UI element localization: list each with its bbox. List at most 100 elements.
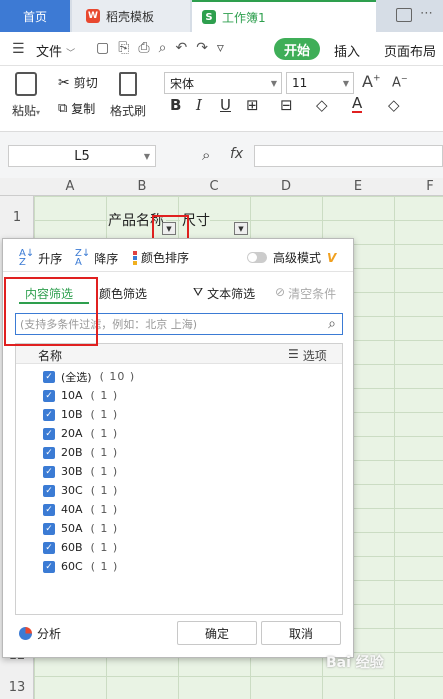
row-header-13[interactable]: 13 bbox=[0, 680, 34, 695]
sort-descending-button[interactable]: Z↓ A 降序 bbox=[75, 249, 118, 268]
list-item[interactable]: ✓ 60B ( 1 ) bbox=[43, 538, 118, 557]
cancel-button[interactable]: 取消 bbox=[261, 621, 341, 645]
checkbox-checked-icon[interactable]: ✓ bbox=[43, 503, 55, 516]
sort-color-button[interactable]: 颜色排序 bbox=[133, 249, 189, 266]
font-color-icon[interactable]: A bbox=[352, 96, 363, 113]
item-label: 10B bbox=[61, 408, 83, 421]
checkbox-checked-icon[interactable]: ✓ bbox=[43, 522, 55, 535]
copy-label: 复制 bbox=[71, 102, 96, 116]
menu-start[interactable]: 开始 bbox=[274, 38, 320, 60]
vip-icon: V bbox=[327, 250, 337, 265]
column-header-e[interactable]: E bbox=[322, 178, 394, 196]
eraser-icon[interactable]: ◇ bbox=[388, 96, 400, 114]
fill-color-icon[interactable]: ◇ bbox=[316, 96, 328, 114]
search-icon[interactable]: ⌕ bbox=[328, 316, 336, 332]
font-shrink-icon[interactable]: A− bbox=[392, 74, 408, 90]
list-item[interactable]: ✓ 30B ( 1 ) bbox=[43, 462, 118, 481]
item-label: 30C bbox=[61, 484, 83, 497]
column-header-b[interactable]: B bbox=[106, 178, 178, 196]
format-painter-button[interactable]: 格式刷 bbox=[110, 72, 146, 119]
cancel-label: 取消 bbox=[288, 626, 313, 641]
item-count: ( 1 ) bbox=[90, 408, 119, 421]
fx-icon[interactable]: fx bbox=[230, 146, 243, 162]
menu-layout[interactable]: 页面布局 bbox=[384, 41, 436, 60]
underline-icon[interactable]: U bbox=[220, 96, 231, 114]
checkbox-checked-icon[interactable]: ✓ bbox=[43, 465, 55, 478]
copy-button[interactable]: ⧉ 复制 bbox=[58, 100, 95, 117]
column-header-a[interactable]: A bbox=[34, 178, 106, 196]
list-item[interactable]: ✓ 10B ( 1 ) bbox=[43, 405, 118, 424]
tab-workbook[interactable]: S 工作簿1 bbox=[192, 0, 376, 32]
tab-template[interactable]: W 稻壳模板 bbox=[72, 0, 190, 32]
list-item[interactable]: ✓ 30C ( 1 ) bbox=[43, 481, 118, 500]
menu-layout-label: 页面布局 bbox=[384, 45, 437, 60]
item-label: 60B bbox=[61, 541, 83, 554]
italic-icon[interactable]: I bbox=[196, 96, 202, 114]
list-item[interactable]: ✓ 20A ( 1 ) bbox=[43, 424, 118, 443]
menu-start-label: 开始 bbox=[283, 43, 310, 59]
options-label: 选项 bbox=[302, 349, 327, 363]
cut-button[interactable]: ✂ 剪切 bbox=[58, 74, 98, 91]
tab-template-label: 稻壳模板 bbox=[106, 9, 155, 24]
checkbox-checked-icon[interactable]: ✓ bbox=[43, 427, 55, 440]
ok-label: 确定 bbox=[204, 626, 229, 641]
tab-bar: 首页 W 稻壳模板 S 工作簿1 ⋯ bbox=[0, 0, 443, 32]
checkbox-checked-icon[interactable]: ✓ bbox=[43, 446, 55, 459]
item-count: ( 10 ) bbox=[99, 370, 136, 383]
text-filter-button[interactable]: ⛛ 文本筛选 bbox=[193, 285, 255, 302]
menu-insert[interactable]: 插入 bbox=[334, 41, 360, 60]
row-header-1[interactable]: 1 bbox=[0, 210, 34, 225]
quick-access-icons[interactable]: ▢⎘⎙⌕↶↷▿ bbox=[96, 40, 233, 56]
checkbox-checked-icon[interactable]: ✓ bbox=[43, 370, 55, 383]
item-label: 60C bbox=[61, 560, 83, 573]
menu-file-label: 文件 bbox=[36, 45, 63, 60]
watermark-text: Bai 经验 bbox=[326, 655, 384, 671]
paste-button[interactable]: 粘贴▾ bbox=[12, 72, 40, 119]
font-size-select[interactable]: 11 ▼ bbox=[286, 72, 354, 94]
list-item[interactable]: ✓ 10A ( 1 ) bbox=[43, 386, 118, 405]
chevron-down-icon: ﹀ bbox=[66, 49, 76, 59]
ok-button[interactable]: 确定 bbox=[177, 621, 257, 645]
bold-icon[interactable]: B bbox=[170, 96, 181, 114]
border-icon[interactable]: ⊞ bbox=[246, 96, 259, 114]
analyze-button[interactable]: 分析 bbox=[19, 625, 61, 642]
more-icon[interactable]: ⋯ bbox=[420, 6, 433, 21]
column-header-f[interactable]: F bbox=[394, 178, 443, 196]
item-label: 30B bbox=[61, 465, 83, 478]
column-label: E bbox=[353, 179, 363, 194]
tab-home[interactable]: 首页 bbox=[0, 0, 70, 32]
filter-dropdown-c1[interactable]: ▼ bbox=[234, 222, 248, 235]
fx-label: fx bbox=[230, 146, 244, 162]
advanced-mode-toggle[interactable]: 高级模式 V bbox=[247, 249, 336, 266]
merge-icon[interactable]: ⊟ bbox=[280, 96, 293, 114]
checkbox-checked-icon[interactable]: ✓ bbox=[43, 560, 55, 573]
column-header-c[interactable]: C bbox=[178, 178, 250, 196]
list-item[interactable]: ✓ 20B ( 1 ) bbox=[43, 443, 118, 462]
checkbox-checked-icon[interactable]: ✓ bbox=[43, 541, 55, 554]
menu-file[interactable]: 文件 ﹀ bbox=[36, 41, 75, 60]
list-item[interactable]: ✓ 50A ( 1 ) bbox=[43, 519, 118, 538]
hamburger-icon[interactable]: ☰ bbox=[12, 41, 25, 57]
options-button[interactable]: ☰ 选项 bbox=[288, 347, 327, 364]
list-item[interactable]: ✓ 40A ( 1 ) bbox=[43, 500, 118, 519]
checkbox-checked-icon[interactable]: ✓ bbox=[43, 408, 55, 421]
window-icon[interactable] bbox=[396, 8, 412, 22]
zoom-formula-icon[interactable]: ⌕ bbox=[202, 146, 210, 164]
item-count: ( 1 ) bbox=[90, 446, 119, 459]
checkbox-checked-icon[interactable]: ✓ bbox=[43, 484, 55, 497]
formula-input[interactable] bbox=[254, 145, 443, 167]
clear-conditions-button[interactable]: ⊘ 清空条件 bbox=[275, 285, 336, 302]
list-item[interactable]: ✓ 60C ( 1 ) bbox=[43, 557, 118, 576]
sort-ascending-button[interactable]: A↓ Z 升序 bbox=[19, 249, 62, 268]
list-item[interactable]: ✓ (全选) ( 10 ) bbox=[43, 367, 135, 386]
checkbox-checked-icon[interactable]: ✓ bbox=[43, 389, 55, 402]
color-sort-icon bbox=[133, 250, 137, 265]
name-box[interactable]: L5 ▼ bbox=[8, 145, 156, 167]
font-grow-icon[interactable]: A+ bbox=[362, 72, 381, 91]
tab-color-filter[interactable]: 颜色筛选 bbox=[99, 285, 147, 302]
clipboard-icon bbox=[15, 72, 38, 96]
font-name-select[interactable]: 宋体 ▼ bbox=[164, 72, 282, 94]
column-header-d[interactable]: D bbox=[250, 178, 322, 196]
chevron-down-icon: ▼ bbox=[143, 152, 150, 161]
menu-bar: ☰ 文件 ﹀ ▢⎘⎙⌕↶↷▿ 开始 插入 页面布局 bbox=[0, 32, 443, 66]
